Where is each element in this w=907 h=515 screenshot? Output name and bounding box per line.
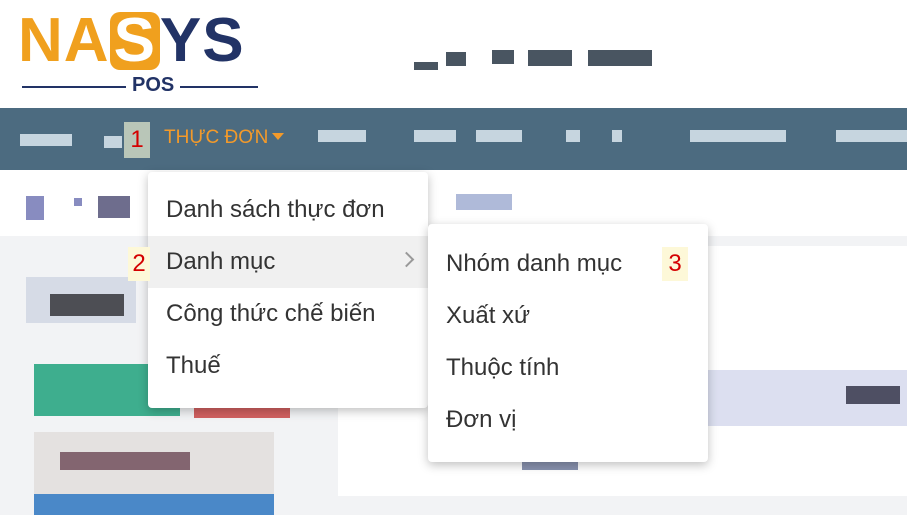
menu-item-thue[interactable]: Thuế — [148, 340, 428, 392]
redacted-nav-item[interactable] — [20, 134, 72, 146]
redacted-header-text — [492, 50, 514, 64]
nav-menu-thuc-don[interactable]: THỰC ĐƠN — [164, 124, 285, 152]
chevron-right-icon — [398, 251, 415, 268]
redacted-nav-item[interactable] — [318, 130, 366, 142]
submenu-item-thuoc-tinh[interactable]: Thuộc tính — [428, 342, 708, 394]
nasys-pos-logo[interactable]: NASYS POS — [18, 6, 260, 96]
redacted-header-text — [446, 52, 466, 66]
submenu-item-xuat-xu[interactable]: Xuất xứ — [428, 290, 708, 342]
menu-item-danh-sach-thuc-don[interactable]: Danh sách thực đơn — [148, 184, 428, 236]
redacted-card-text — [50, 294, 124, 316]
redacted-header-text — [414, 62, 438, 70]
selected-list-row[interactable] — [34, 494, 274, 515]
redacted-subbar-item[interactable] — [98, 196, 130, 218]
annotation-number-3: 3 — [662, 247, 688, 281]
logo-wordmark: NASYS — [18, 6, 245, 75]
redacted-subbar-item[interactable] — [74, 198, 82, 206]
redacted-header-text — [528, 50, 572, 66]
logo-line-left — [22, 86, 126, 88]
thuc-don-dropdown: Danh sách thực đơn Danh mục Công thức ch… — [148, 172, 428, 408]
redacted-nav-item[interactable] — [104, 136, 122, 148]
logo-pos-text: POS — [132, 74, 175, 96]
caret-down-icon — [272, 133, 285, 140]
redacted-nav-item[interactable] — [690, 130, 786, 142]
submenu-item-don-vi[interactable]: Đơn vị — [428, 394, 708, 446]
app-header: NASYS POS — [0, 0, 907, 108]
redacted-subbar-item[interactable] — [26, 196, 44, 220]
redacted-nav-item[interactable] — [836, 130, 907, 142]
logo-line-right — [180, 86, 258, 88]
redacted-nav-item[interactable] — [414, 130, 456, 142]
menu-item-cong-thuc-che-bien[interactable]: Công thức chế biến — [148, 288, 428, 340]
redacted-subbar-item[interactable] — [456, 194, 512, 210]
menu-item-danh-muc[interactable]: Danh mục — [148, 236, 428, 288]
redacted-nav-item[interactable] — [612, 130, 622, 142]
annotation-number-2: 2 — [128, 247, 150, 281]
annotation-number-1: 1 — [124, 122, 150, 158]
redacted-table-text — [846, 386, 900, 404]
redacted-nav-item[interactable] — [566, 130, 580, 142]
redacted-row-text — [60, 452, 190, 470]
redacted-header-text — [588, 50, 652, 66]
redacted-nav-item[interactable] — [476, 130, 522, 142]
